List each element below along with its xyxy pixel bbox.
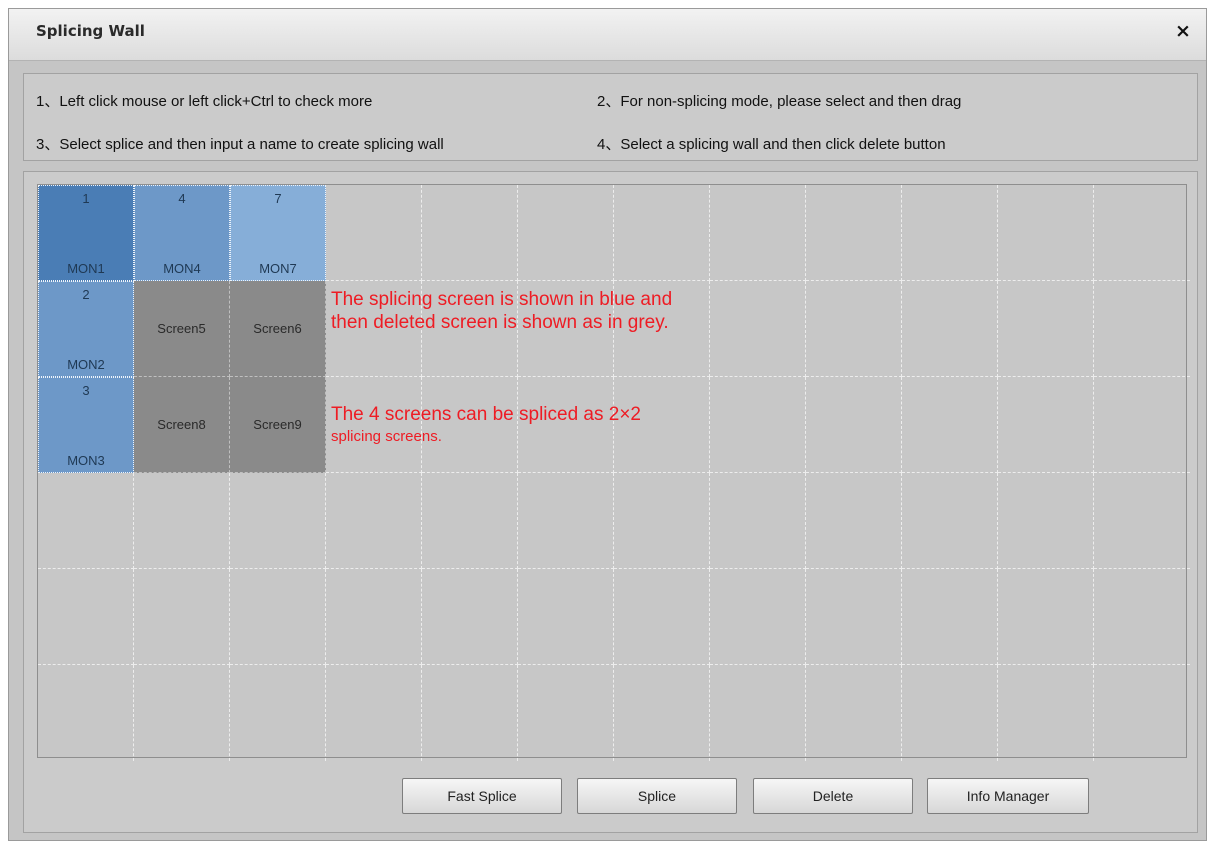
monitor-label: MON4 bbox=[163, 261, 201, 276]
grid-cell[interactable] bbox=[998, 665, 1094, 761]
grid-cell[interactable] bbox=[1094, 569, 1190, 665]
annotation-splice-hint: The 4 screens can be spliced as 2×2 splic… bbox=[331, 382, 641, 470]
grid-cell[interactable] bbox=[710, 185, 806, 281]
grid-cell[interactable] bbox=[422, 665, 518, 761]
monitor-mon7[interactable]: 7 MON7 bbox=[230, 185, 326, 281]
grid-cell[interactable] bbox=[614, 473, 710, 569]
grid-cell[interactable] bbox=[710, 281, 806, 377]
screen-5[interactable]: Screen5 bbox=[134, 281, 230, 377]
screen-8[interactable]: Screen8 bbox=[134, 377, 230, 473]
info-manager-button[interactable]: Info Manager bbox=[927, 778, 1089, 814]
grid-cell[interactable] bbox=[998, 569, 1094, 665]
grid-cell[interactable] bbox=[1094, 665, 1190, 761]
grid-cell[interactable] bbox=[518, 569, 614, 665]
grid-cell[interactable] bbox=[230, 665, 326, 761]
monitor-number: 1 bbox=[82, 191, 90, 206]
grid-cell[interactable] bbox=[806, 665, 902, 761]
grid-cell[interactable] bbox=[1094, 377, 1190, 473]
grid-cell[interactable] bbox=[710, 377, 806, 473]
monitor-number: 4 bbox=[178, 191, 186, 206]
grid-cell[interactable] bbox=[998, 473, 1094, 569]
grid-cell[interactable] bbox=[998, 185, 1094, 281]
monitor-number: 7 bbox=[274, 191, 282, 206]
grid-cell[interactable] bbox=[134, 569, 230, 665]
grid-cell[interactable] bbox=[38, 473, 134, 569]
monitor-mon1[interactable]: 1 MON1 bbox=[38, 185, 134, 281]
grid-cell[interactable] bbox=[422, 473, 518, 569]
splice-button[interactable]: Splice bbox=[577, 778, 737, 814]
dialog-title: Splicing Wall bbox=[36, 22, 145, 40]
screen-6[interactable]: Screen6 bbox=[230, 281, 326, 377]
grid-cell[interactable] bbox=[902, 569, 998, 665]
grid-cell[interactable] bbox=[326, 665, 422, 761]
grid-cell[interactable] bbox=[134, 665, 230, 761]
grid-cell[interactable] bbox=[902, 665, 998, 761]
grid-cell[interactable] bbox=[806, 185, 902, 281]
grid-cell[interactable] bbox=[806, 569, 902, 665]
grid-cell[interactable] bbox=[710, 473, 806, 569]
screen-grid[interactable]: 1 MON1 4 MON4 7 MON7 2 MON2 3 MON3 Scree… bbox=[37, 184, 1190, 761]
grid-cell[interactable] bbox=[902, 473, 998, 569]
grid-cell[interactable] bbox=[806, 377, 902, 473]
monitor-mon4[interactable]: 4 MON4 bbox=[134, 185, 230, 281]
instruction-1: 1、Left click mouse or left click+Ctrl to… bbox=[36, 93, 373, 110]
title-bar: Splicing Wall × bbox=[9, 9, 1206, 61]
monitor-label: MON3 bbox=[67, 453, 105, 468]
grid-cell[interactable] bbox=[326, 185, 422, 281]
grid-cell[interactable] bbox=[1094, 281, 1190, 377]
grid-cell[interactable] bbox=[902, 281, 998, 377]
grid-cell[interactable] bbox=[614, 569, 710, 665]
grid-cell[interactable] bbox=[230, 473, 326, 569]
monitor-label: MON7 bbox=[259, 261, 297, 276]
instructions-panel: 1、Left click mouse or left click+Ctrl to… bbox=[23, 73, 1198, 161]
grid-cell[interactable] bbox=[134, 473, 230, 569]
instruction-2: 2、For non-splicing mode, please select a… bbox=[597, 93, 962, 110]
grid-cell[interactable] bbox=[38, 569, 134, 665]
grid-cell[interactable] bbox=[38, 665, 134, 761]
grid-cell[interactable] bbox=[902, 377, 998, 473]
grid-cell[interactable] bbox=[1094, 473, 1190, 569]
grid-cell[interactable] bbox=[614, 185, 710, 281]
annotation-splice-text: The 4 screens can be spliced as 2×2 splic… bbox=[331, 404, 641, 445]
grid-cell[interactable] bbox=[710, 569, 806, 665]
grid-cell[interactable] bbox=[806, 281, 902, 377]
grid-cell[interactable] bbox=[422, 569, 518, 665]
grid-cell[interactable] bbox=[710, 665, 806, 761]
delete-button[interactable]: Delete bbox=[753, 778, 913, 814]
grid-cell[interactable] bbox=[422, 185, 518, 281]
grid-cell[interactable] bbox=[998, 281, 1094, 377]
fast-splice-button[interactable]: Fast Splice bbox=[402, 778, 562, 814]
grid-cell[interactable] bbox=[230, 569, 326, 665]
annotation-color-legend: The splicing screen is shown in blue and… bbox=[331, 289, 673, 333]
grid-cell[interactable] bbox=[518, 185, 614, 281]
grid-cell[interactable] bbox=[326, 473, 422, 569]
grid-cell[interactable] bbox=[614, 665, 710, 761]
grid-cell[interactable] bbox=[1094, 185, 1190, 281]
grid-cell[interactable] bbox=[518, 665, 614, 761]
instruction-3: 3、Select splice and then input a name to… bbox=[36, 136, 444, 153]
monitor-mon3[interactable]: 3 MON3 bbox=[38, 377, 134, 473]
close-icon[interactable]: × bbox=[1172, 20, 1194, 42]
monitor-number: 3 bbox=[82, 383, 90, 398]
grid-cell[interactable] bbox=[902, 185, 998, 281]
monitor-number: 2 bbox=[82, 287, 90, 302]
grid-cell[interactable] bbox=[998, 377, 1094, 473]
grid-cell[interactable] bbox=[326, 569, 422, 665]
monitor-mon2[interactable]: 2 MON2 bbox=[38, 281, 134, 377]
grid-cell[interactable] bbox=[806, 473, 902, 569]
instruction-4: 4、Select a splicing wall and then click … bbox=[597, 136, 946, 153]
splicing-wall-dialog: Splicing Wall × 1、Left click mouse or le… bbox=[8, 8, 1207, 841]
grid-cell[interactable] bbox=[518, 473, 614, 569]
splicing-wall-panel: 1 MON1 4 MON4 7 MON7 2 MON2 3 MON3 Scree… bbox=[23, 171, 1198, 833]
screen-9[interactable]: Screen9 bbox=[230, 377, 326, 473]
monitor-label: MON1 bbox=[67, 261, 105, 276]
monitor-label: MON2 bbox=[67, 357, 105, 372]
